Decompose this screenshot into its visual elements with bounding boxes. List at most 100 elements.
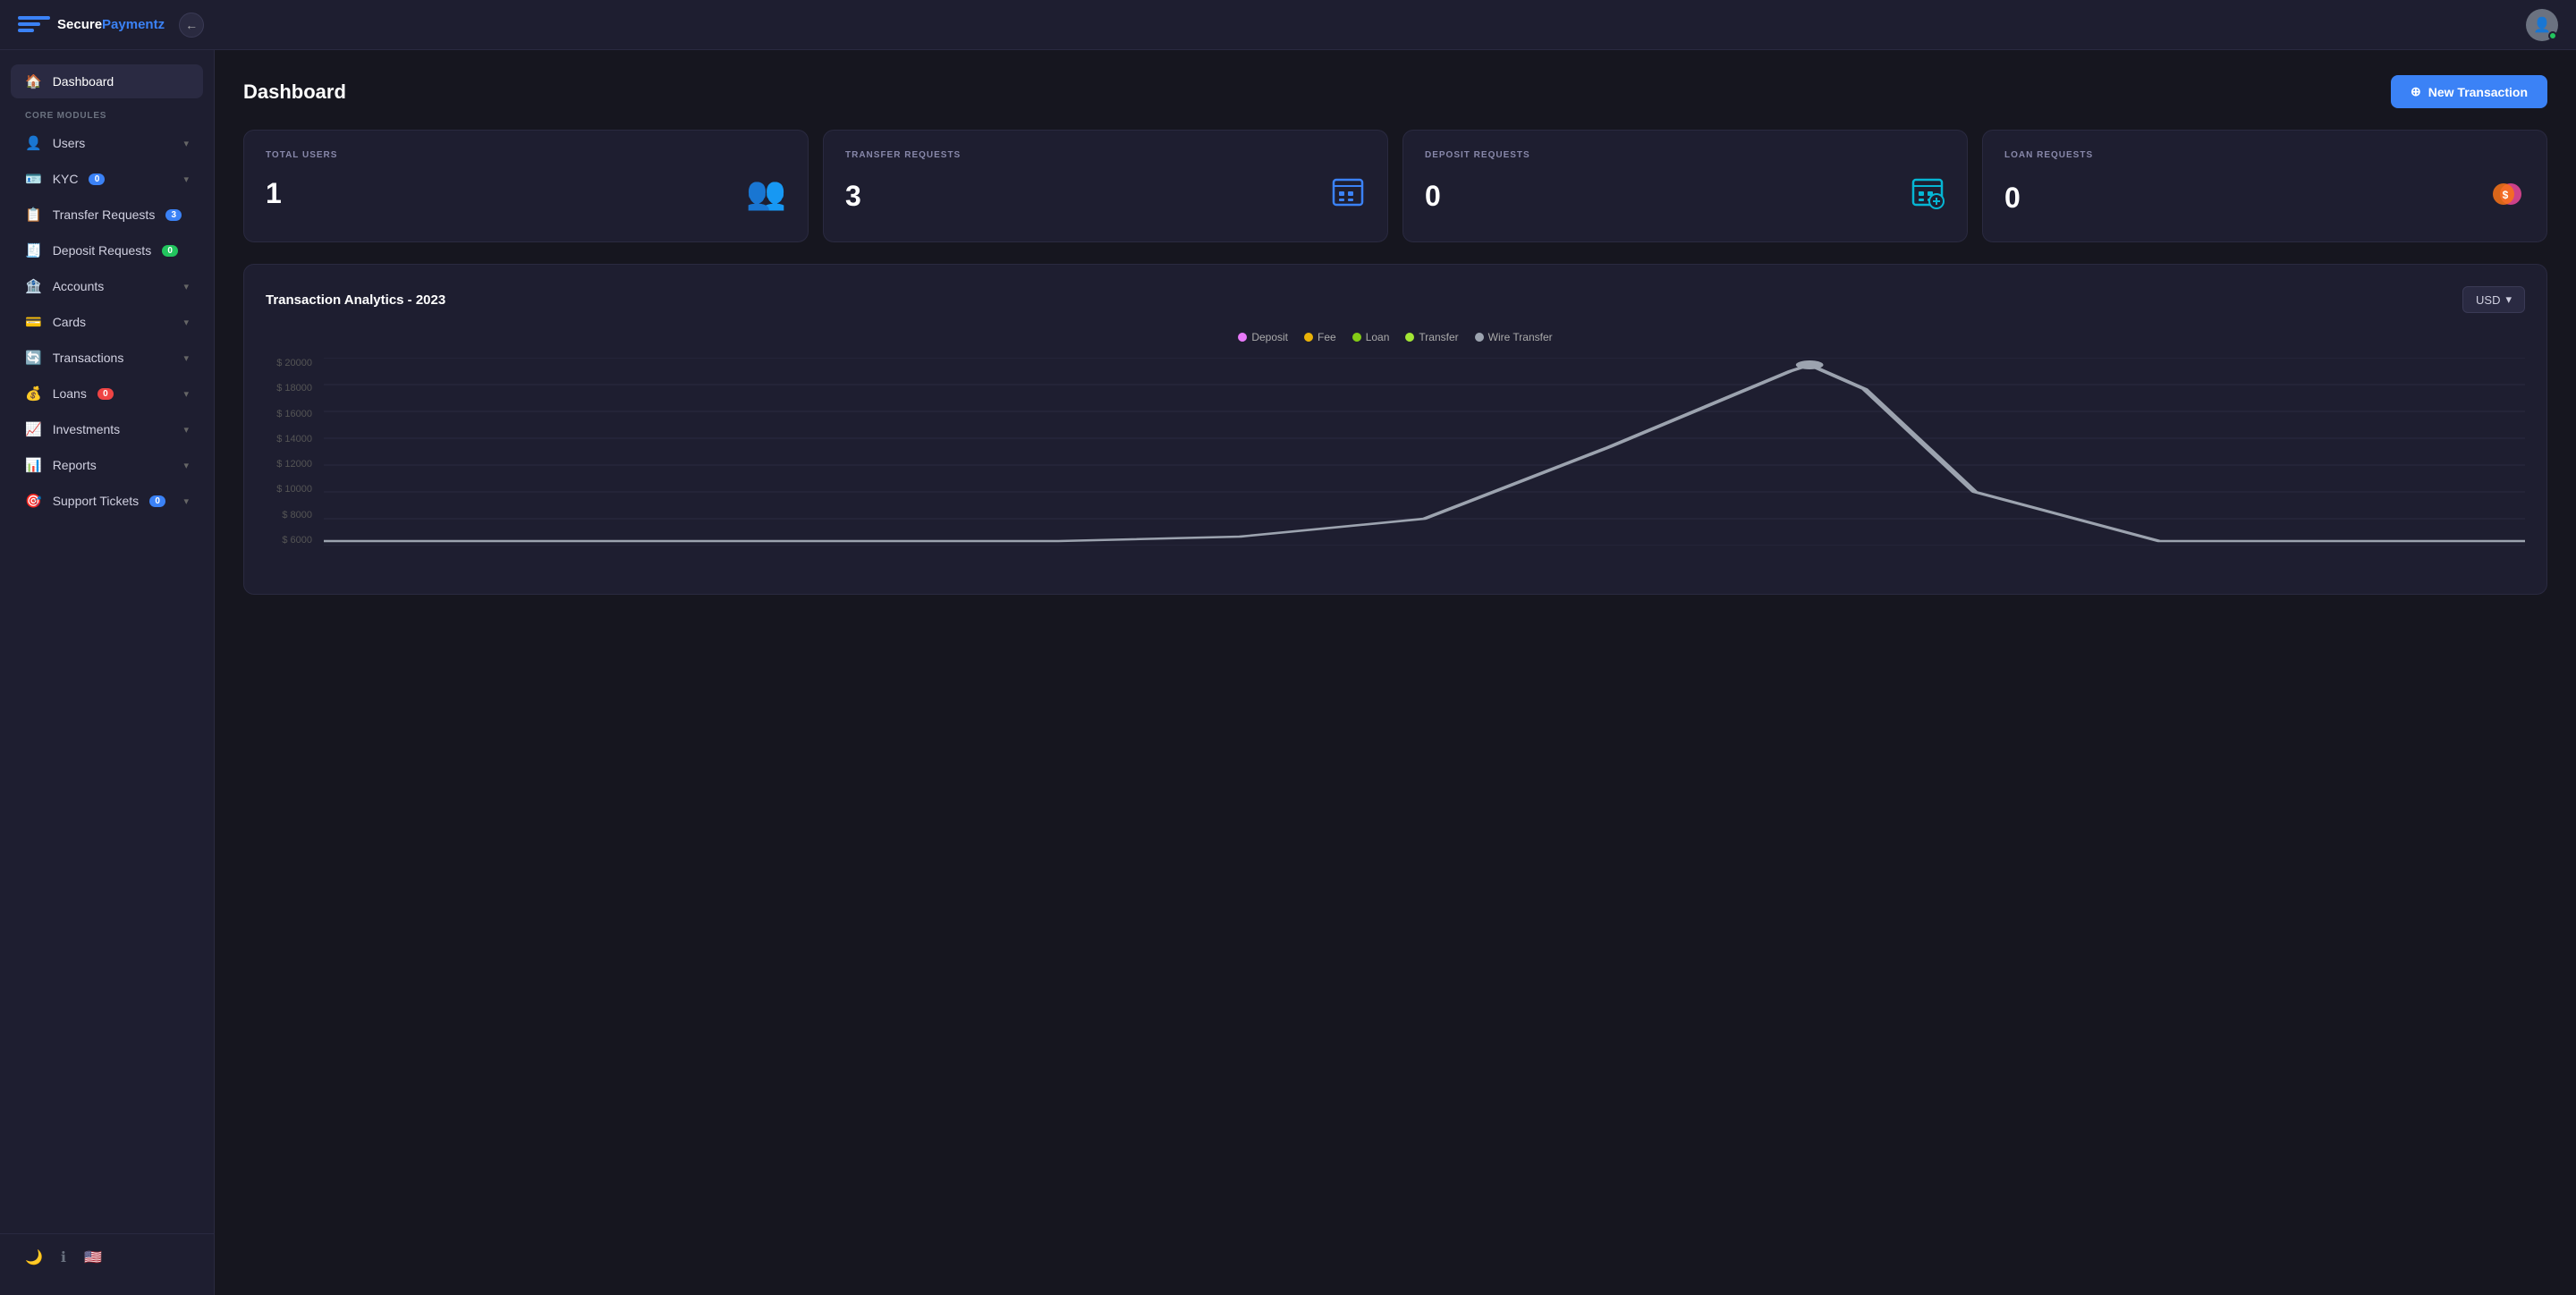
support-tickets-chevron-icon: ▾ [183,495,189,507]
investments-icon: 📈 [25,421,42,437]
transfer-requests-icon: 📋 [25,207,42,223]
main-header: Dashboard ⊕ New Transaction [243,75,2547,108]
sidebar-item-cards[interactable]: 💳 Cards ▾ [11,305,203,339]
sidebar-item-users[interactable]: 👤 Users ▾ [11,126,203,160]
transfer-requests-stat-icon [1330,174,1366,218]
deposit-requests-stat-label: DEPOSIT REQUESTS [1425,150,1945,160]
wire-transfer-line [324,365,2525,541]
investments-chevron-icon: ▾ [183,424,189,436]
dashboard-icon: 🏠 [25,73,42,89]
wire-transfer-peak-dot [1796,360,1824,369]
info-icon[interactable]: ℹ [61,1248,66,1266]
loan-requests-value: 0 [2004,182,2021,215]
sidebar: 🏠 Dashboard CORE MODULES 👤 Users ▾ 🪪 KYC… [0,50,215,1295]
language-icon[interactable]: 🇺🇸 [84,1248,102,1266]
analytics-title: Transaction Analytics - 2023 [266,292,445,308]
users-icon: 👤 [25,135,42,151]
reports-icon: 📊 [25,457,42,473]
transactions-icon: 🔄 [25,350,42,366]
back-button[interactable]: ← [179,13,204,38]
topbar-left: SecurePaymentz ← [18,13,204,38]
transactions-chevron-icon: ▾ [183,352,189,364]
avatar[interactable]: 👤 [2526,9,2558,41]
topbar-right: 👤 [2526,9,2558,41]
stat-card-total-users: TOTAL USERS 1 👥 [243,130,809,242]
transfer-requests-value: 3 [845,180,861,213]
currency-chevron-icon: ▾ [2505,292,2512,307]
users-chevron-icon: ▾ [183,138,189,149]
topbar: SecurePaymentz ← 👤 [0,0,2576,50]
legend-wire-transfer-dot [1475,333,1484,342]
support-tickets-badge: 0 [149,495,165,507]
chart-area: $ 20000 $ 18000 $ 16000 $ 14000 $ 12000 … [266,358,2525,572]
legend-deposit-dot [1238,333,1247,342]
legend-transfer-dot [1405,333,1414,342]
kyc-chevron-icon: ▾ [183,174,189,185]
sidebar-item-reports[interactable]: 📊 Reports ▾ [11,448,203,482]
new-transaction-button[interactable]: ⊕ New Transaction [2391,75,2547,108]
accounts-icon: 🏦 [25,278,42,294]
sidebar-item-transactions[interactable]: 🔄 Transactions ▾ [11,341,203,375]
legend-fee-dot [1304,333,1313,342]
sidebar-item-investments[interactable]: 📈 Investments ▾ [11,412,203,446]
deposit-requests-icon: 🧾 [25,242,42,258]
stat-card-deposit-requests: DEPOSIT REQUESTS 0 [1402,130,1968,242]
avatar-online-indicator [2548,31,2557,40]
legend-loan: Loan [1352,331,1390,343]
sidebar-item-transfer-requests[interactable]: 📋 Transfer Requests 3 [11,198,203,232]
sidebar-item-label-dashboard: Dashboard [53,74,114,89]
chart-svg [324,358,2525,546]
core-modules-label: CORE MODULES [0,100,214,126]
loans-icon: 💰 [25,385,42,402]
sidebar-item-support-tickets[interactable]: 🎯 Support Tickets 0 ▾ [11,484,203,518]
sidebar-item-kyc[interactable]: 🪪 KYC 0 ▾ [11,162,203,196]
legend-fee: Fee [1304,331,1336,343]
accounts-chevron-icon: ▾ [183,281,189,292]
dark-mode-icon[interactable]: 🌙 [25,1248,43,1266]
cards-chevron-icon: ▾ [183,317,189,328]
kyc-icon: 🪪 [25,171,42,187]
legend-transfer: Transfer [1405,331,1458,343]
deposit-requests-stat-value: 0 [1425,180,1441,213]
currency-label: USD [2476,293,2500,307]
currency-dropdown[interactable]: USD ▾ [2462,286,2525,313]
deposit-requests-badge: 0 [162,245,178,257]
logo-text: SecurePaymentz [57,17,165,32]
chart-legend: Deposit Fee Loan Transfer Wire Transfer [266,331,2525,343]
logo: SecurePaymentz [18,16,165,34]
legend-loan-dot [1352,333,1361,342]
analytics-header: Transaction Analytics - 2023 USD ▾ [266,286,2525,313]
total-users-icon: 👥 [746,174,786,212]
chart-canvas [324,358,2525,546]
main-content: Dashboard ⊕ New Transaction TOTAL USERS … [215,50,2576,1295]
logo-icon [18,16,50,34]
sidebar-item-deposit-requests[interactable]: 🧾 Deposit Requests 0 [11,233,203,267]
transfer-requests-badge: 3 [165,209,182,221]
analytics-card: Transaction Analytics - 2023 USD ▾ Depos… [243,264,2547,595]
loan-requests-label: LOAN REQUESTS [2004,150,2525,160]
legend-wire-transfer: Wire Transfer [1475,331,1553,343]
kyc-badge: 0 [89,174,105,185]
loans-badge: 0 [97,388,114,400]
sidebar-bottom: 🌙 ℹ 🇺🇸 [0,1233,214,1281]
layout: 🏠 Dashboard CORE MODULES 👤 Users ▾ 🪪 KYC… [0,50,2576,1295]
page-title: Dashboard [243,80,346,104]
stat-card-loan-requests: LOAN REQUESTS 0 $ [1982,130,2547,242]
cards-icon: 💳 [25,314,42,330]
reports-chevron-icon: ▾ [183,460,189,471]
total-users-value: 1 [266,177,282,210]
deposit-requests-stat-icon [1910,174,1945,218]
sidebar-item-accounts[interactable]: 🏦 Accounts ▾ [11,269,203,303]
sidebar-item-loans[interactable]: 💰 Loans 0 ▾ [11,377,203,411]
stat-card-transfer-requests: TRANSFER REQUESTS 3 [823,130,1388,242]
svg-text:$: $ [2503,189,2509,201]
loan-requests-icon: $ [2486,174,2525,222]
legend-deposit: Deposit [1238,331,1288,343]
total-users-label: TOTAL USERS [266,150,786,160]
loans-chevron-icon: ▾ [183,388,189,400]
y-axis: $ 20000 $ 18000 $ 16000 $ 14000 $ 12000 … [266,358,319,546]
support-tickets-icon: 🎯 [25,493,42,509]
sidebar-item-dashboard[interactable]: 🏠 Dashboard [11,64,203,98]
transfer-requests-label: TRANSFER REQUESTS [845,150,1366,160]
new-transaction-icon: ⊕ [2411,84,2421,99]
